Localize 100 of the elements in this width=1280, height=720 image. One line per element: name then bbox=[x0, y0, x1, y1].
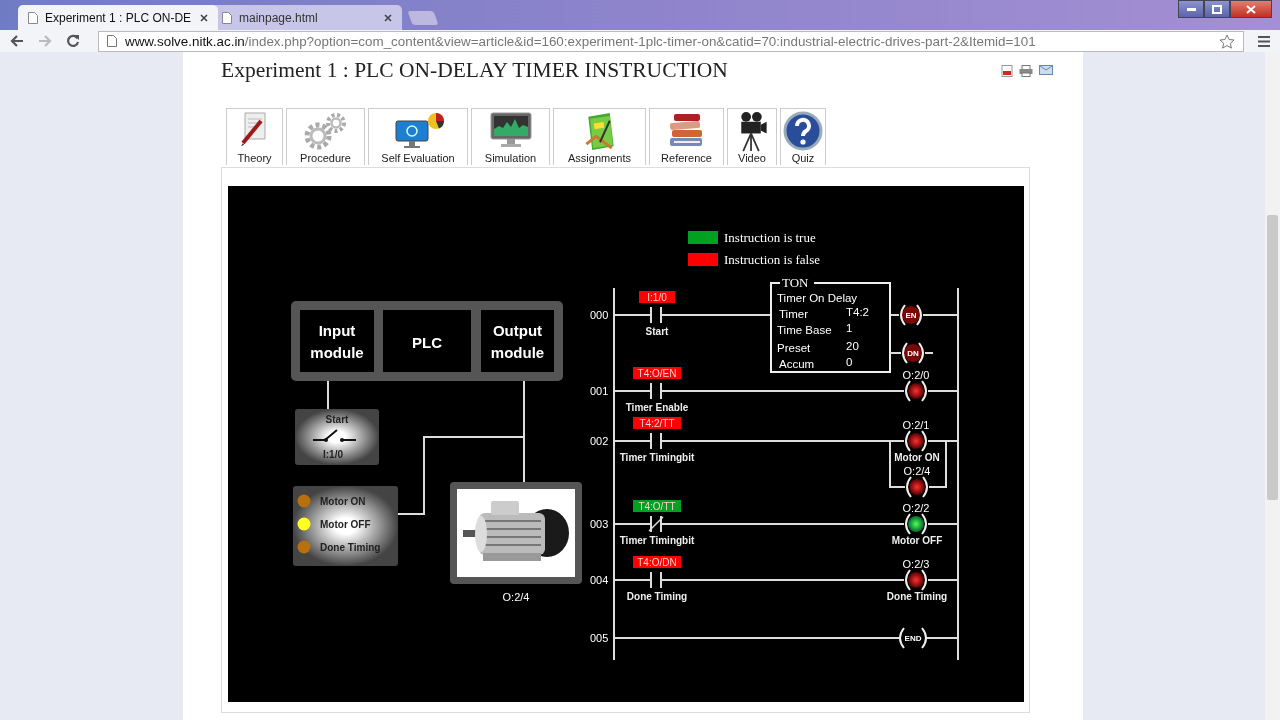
wire bbox=[924, 637, 958, 639]
contact-label: Done Timing bbox=[626, 591, 688, 602]
close-icon[interactable] bbox=[200, 13, 208, 22]
address-bar[interactable]: www.solve.nitk.ac.in/index.php?option=com_content&view=article&id=160:experiment-1plc-timer-on&catid=70:industrial-electric-drives-part-2&Itemid=101 bbox=[98, 30, 1244, 52]
field-value: 1 bbox=[846, 322, 853, 334]
field-name: Preset bbox=[777, 342, 811, 354]
open-contact-icon bbox=[650, 382, 662, 400]
wire bbox=[614, 390, 652, 392]
nav-tab[interactable]: Reference bbox=[649, 108, 724, 165]
minimize-button[interactable] bbox=[1178, 0, 1204, 18]
nav-tab[interactable]: Video bbox=[727, 108, 777, 165]
switch-address: I:1/0 bbox=[323, 449, 343, 460]
gears-icon bbox=[303, 111, 348, 151]
rung-number: 005 bbox=[590, 632, 609, 644]
block-title: TON bbox=[782, 275, 809, 290]
scroll-thumb[interactable] bbox=[1267, 215, 1278, 500]
wire bbox=[614, 440, 652, 442]
rung-number: 001 bbox=[590, 385, 609, 397]
legend-label: Instruction is true bbox=[724, 230, 816, 245]
maximize-icon bbox=[1212, 4, 1222, 14]
contact-address: T4:O/TT bbox=[638, 500, 676, 512]
contact-address: I:1/0 bbox=[647, 291, 667, 303]
page-icon bbox=[28, 11, 38, 24]
monitor-icon bbox=[488, 111, 533, 149]
contact-label: Start bbox=[645, 326, 669, 337]
field-name: Accum bbox=[779, 358, 815, 370]
minimize-icon bbox=[1186, 7, 1196, 11]
field-value: 20 bbox=[846, 340, 859, 352]
wire bbox=[614, 579, 652, 581]
scrollbar[interactable] bbox=[1265, 52, 1280, 720]
module-label: Output module bbox=[490, 322, 545, 361]
switch-icon bbox=[312, 429, 357, 442]
wire bbox=[927, 390, 958, 392]
indicator-label: Motor ON bbox=[320, 496, 366, 507]
contact-label: Timer Timingbit bbox=[619, 535, 695, 546]
close-button[interactable] bbox=[1230, 0, 1272, 18]
coil-address: O:2/1 bbox=[902, 419, 930, 431]
pdf-icon[interactable] bbox=[1001, 65, 1013, 77]
nav-tab[interactable]: Simulation bbox=[471, 108, 550, 165]
nav-tab[interactable]: Assignments bbox=[553, 108, 646, 165]
close-icon bbox=[1246, 4, 1256, 14]
wire bbox=[927, 523, 958, 525]
coil-label: Motor ON bbox=[894, 452, 940, 463]
rung-number: 000 bbox=[590, 309, 609, 321]
coil-address: O:2/2 bbox=[902, 502, 930, 514]
contact-label: Timer Enable bbox=[625, 402, 689, 413]
back-icon[interactable] bbox=[10, 35, 24, 47]
wire bbox=[927, 579, 958, 581]
nav-tab[interactable]: Theory bbox=[226, 108, 283, 165]
indicator-label: Done Timing bbox=[320, 542, 381, 553]
reload-icon[interactable] bbox=[66, 34, 80, 48]
page-icon bbox=[222, 11, 232, 24]
wire bbox=[614, 314, 652, 316]
end-coil: END bbox=[899, 627, 927, 649]
tab-title: mainpage.html bbox=[239, 10, 319, 25]
wire bbox=[922, 314, 958, 316]
rung-number: 003 bbox=[590, 518, 609, 530]
coil-address: O:2/3 bbox=[902, 558, 930, 570]
print-icon[interactable] bbox=[1019, 65, 1033, 77]
wire bbox=[889, 352, 934, 354]
field-name: Time Base bbox=[777, 324, 832, 336]
coil-address: O:2/4 bbox=[903, 465, 931, 477]
contact-label: Timer Timingbit bbox=[619, 452, 695, 463]
timer-bit-coil: DN bbox=[902, 342, 924, 364]
coil-label: Done Timing bbox=[886, 591, 948, 602]
open-contact-icon bbox=[650, 306, 662, 324]
motor-address: O:2/4 bbox=[502, 591, 530, 603]
legend-label: Instruction is false bbox=[724, 252, 821, 267]
rung-number: 004 bbox=[590, 574, 609, 586]
maximize-button[interactable] bbox=[1204, 0, 1230, 18]
coil-address: O:2/0 bbox=[902, 369, 930, 381]
contact-address: T4:O/EN bbox=[637, 367, 677, 379]
module-label: Input module bbox=[310, 322, 364, 361]
rung-number: 002 bbox=[590, 435, 609, 447]
indicator-label: Motor OFF bbox=[320, 519, 371, 530]
wire bbox=[614, 523, 652, 525]
nav-tab[interactable]: Self Evaluation bbox=[368, 108, 468, 165]
block-heading: Timer On Delay bbox=[777, 292, 858, 304]
url-text: www.solve.nitk.ac.in/index.php?option=com_content&view=article&id=160:experiment-1plc-timer-on&catid=70:industrial-electric-drives-part-2&Itemid=101 bbox=[125, 33, 1036, 49]
help-icon bbox=[783, 111, 823, 151]
close-icon[interactable] bbox=[384, 13, 392, 22]
email-icon[interactable] bbox=[1039, 65, 1053, 75]
contact-address: T4:O/DN bbox=[637, 556, 677, 568]
page-title: Experiment 1 : PLC ON-DELAY TIMER INSTRUCTION bbox=[221, 58, 728, 83]
field-value: 0 bbox=[846, 356, 853, 368]
browser-tab[interactable]: Experiment 1 : PLC ON-DE bbox=[18, 5, 218, 30]
nav-tab[interactable]: Quiz bbox=[780, 108, 826, 165]
coil-label: Motor OFF bbox=[891, 535, 943, 546]
closed-contact-icon bbox=[648, 515, 664, 533]
contact-address: T4:2/TT bbox=[639, 417, 675, 429]
open-contact-icon bbox=[650, 432, 662, 450]
field-value: T4:2 bbox=[846, 306, 869, 318]
menu-icon[interactable] bbox=[1258, 35, 1270, 47]
wire bbox=[889, 314, 900, 316]
module-label: PLC bbox=[412, 334, 442, 351]
open-contact-icon bbox=[650, 571, 662, 589]
page-icon bbox=[107, 35, 117, 47]
star-icon[interactable] bbox=[1219, 33, 1235, 49]
switch-label: Start bbox=[325, 414, 349, 425]
nav-tab[interactable]: Procedure bbox=[286, 108, 365, 165]
